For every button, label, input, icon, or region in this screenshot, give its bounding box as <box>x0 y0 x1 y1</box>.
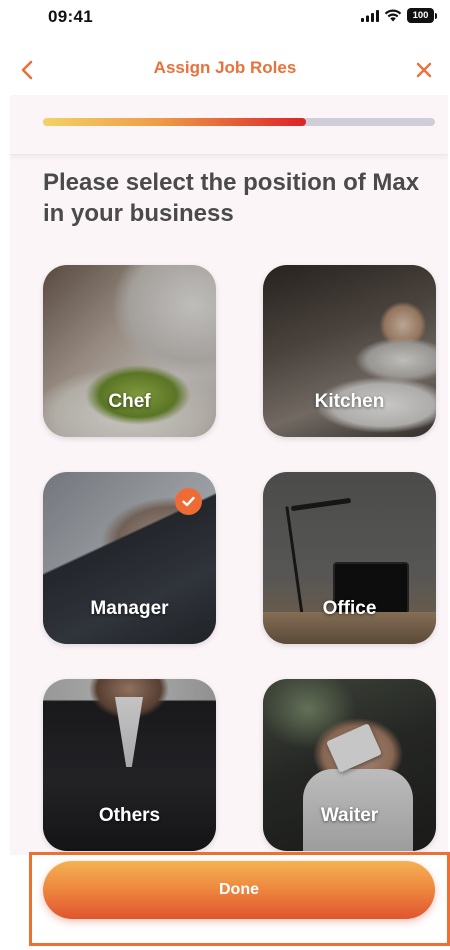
wifi-icon <box>384 9 402 22</box>
status-time: 09:41 <box>48 7 93 26</box>
screen: 09:41 100 Assign Job Roles Please select… <box>0 0 450 950</box>
role-card-chef[interactable]: Chef <box>43 265 216 437</box>
role-card-manager[interactable]: Manager <box>43 472 216 644</box>
role-label: Waiter <box>320 805 379 826</box>
status-bar: 09:41 100 <box>0 0 450 40</box>
role-label: Others <box>98 805 161 826</box>
role-label: Office <box>322 598 377 619</box>
progress-fill <box>43 118 306 126</box>
role-label: Kitchen <box>314 391 385 412</box>
nav-bar: Assign Job Roles <box>0 48 450 92</box>
role-label: Manager <box>90 598 169 619</box>
signal-icon <box>361 9 379 22</box>
page-title: Assign Job Roles <box>153 58 297 77</box>
selected-check-icon <box>175 488 202 515</box>
question-text: Please select the position of Max in you… <box>43 169 420 227</box>
role-card-office[interactable]: Office <box>263 472 436 644</box>
role-card-waiter[interactable]: Waiter <box>263 679 436 851</box>
role-label: Chef <box>108 391 151 412</box>
progress-bar <box>43 118 435 126</box>
role-card-kitchen[interactable]: Kitchen <box>263 265 436 437</box>
footer: Done <box>0 852 450 950</box>
done-button[interactable]: Done <box>43 861 435 919</box>
status-icons: 100 <box>361 8 437 23</box>
role-card-others[interactable]: Others <box>43 679 216 851</box>
battery-icon: 100 <box>407 8 437 23</box>
progress-strip <box>10 95 448 155</box>
close-button[interactable] <box>410 56 438 84</box>
close-icon <box>416 62 432 78</box>
content-panel: Please select the position of Max in you… <box>10 95 448 855</box>
